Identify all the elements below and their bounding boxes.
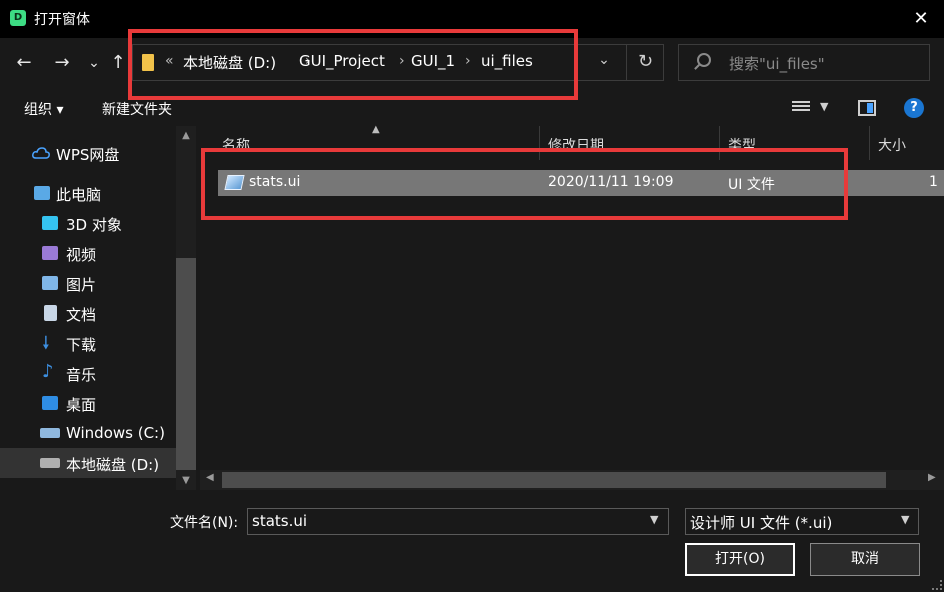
dialog-footer: [0, 490, 944, 592]
file-size: 1: [929, 174, 938, 190]
refresh-button[interactable]: ↻: [626, 44, 664, 81]
sidebar-item-label: 本地磁盘 (D:): [66, 456, 160, 474]
file-name: stats.ui: [249, 174, 301, 190]
sidebar-item-windows-c[interactable]: Windows (C:): [0, 418, 176, 448]
cloud-icon: [32, 146, 50, 160]
search-icon: [697, 53, 711, 67]
file-modified: 2020/11/11 19:09: [548, 174, 674, 190]
scroll-left-icon[interactable]: ◀: [206, 472, 214, 483]
sidebar-item-pictures[interactable]: 图片: [0, 268, 176, 298]
drive-icon: [40, 428, 60, 438]
file-type: UI 文件: [728, 177, 775, 193]
scroll-down-icon[interactable]: ▼: [176, 475, 196, 486]
search-box[interactable]: 搜索"ui_files": [678, 44, 930, 81]
sidebar-item-music[interactable]: ♪ 音乐: [0, 358, 176, 388]
close-button[interactable]: ✕: [898, 0, 944, 38]
file-type-chevron-icon[interactable]: ▼: [901, 513, 909, 526]
sidebar-item-documents[interactable]: 文档: [0, 298, 176, 328]
scroll-up-icon[interactable]: ▲: [176, 130, 196, 141]
download-icon: 🠗: [42, 333, 50, 354]
breadcrumb-drive-d[interactable]: 本地磁盘 (D:): [183, 52, 276, 73]
help-icon[interactable]: ?: [904, 98, 924, 118]
forward-button[interactable]: →: [50, 51, 74, 75]
view-options-chevron-icon[interactable]: ▼: [820, 100, 828, 113]
sidebar-item-label: 图片: [66, 276, 97, 294]
filename-dropdown-chevron-icon[interactable]: ▼: [650, 513, 658, 526]
title-bar: D 打开窗体 ✕: [0, 0, 944, 38]
view-options-icon[interactable]: [792, 101, 810, 115]
sidebar-item-desktop[interactable]: 桌面: [0, 388, 176, 418]
sidebar-scrollbar[interactable]: ▲ ▼: [176, 126, 196, 490]
file-list: ▲ 名称 修改日期 类型 大小 stats.ui 2020/11/11 19:0…: [200, 124, 944, 490]
sidebar-item-label: 下载: [66, 336, 97, 354]
back-button[interactable]: ←: [12, 51, 36, 75]
sidebar-item-label: WPS网盘: [56, 146, 120, 164]
preview-pane-icon[interactable]: [858, 100, 876, 116]
column-header-size[interactable]: 大小: [870, 126, 944, 160]
breadcrumb-gui-1[interactable]: GUI_1: [411, 52, 455, 70]
breadcrumb-ui-files[interactable]: ui_files: [481, 52, 533, 70]
sidebar-item-local-disk-d[interactable]: 本地磁盘 (D:): [0, 448, 176, 478]
address-dropdown-chevron-icon[interactable]: ⌄: [590, 52, 618, 74]
computer-icon: [34, 186, 50, 200]
sidebar-item-label: 文档: [66, 306, 97, 324]
sidebar-item-3d-objects[interactable]: 3D 对象: [0, 208, 176, 238]
ui-file-icon: [224, 175, 245, 190]
breadcrumb-gui-project[interactable]: GUI_Project: [299, 52, 385, 70]
music-icon: ♪: [42, 361, 54, 382]
sidebar-item-label: 视频: [66, 246, 97, 264]
drive-icon: [40, 458, 60, 468]
column-header-type[interactable]: 类型: [720, 126, 870, 160]
breadcrumb-separator-icon[interactable]: ›: [399, 53, 405, 69]
address-overflow-icon[interactable]: «: [165, 53, 174, 69]
sidebar-item-label: 3D 对象: [66, 216, 122, 234]
recent-locations-chevron-icon[interactable]: ⌄: [82, 51, 106, 75]
table-row[interactable]: stats.ui 2020/11/11 19:09 UI 文件 1: [218, 170, 944, 196]
column-header-name[interactable]: 名称: [200, 126, 540, 160]
file-type-select[interactable]: 设计师 UI 文件 (*.ui): [685, 508, 919, 535]
resize-grip-icon[interactable]: [932, 580, 942, 590]
sidebar-item-this-pc[interactable]: 此电脑: [0, 178, 176, 208]
column-header-modified[interactable]: 修改日期: [540, 126, 720, 160]
navigation-pane: WPS网盘 此电脑 3D 对象 视频 图片 文档 🠗 下载 ♪ 音乐 桌面 Wi…: [0, 126, 196, 490]
breadcrumb-separator-icon[interactable]: ›: [465, 53, 471, 69]
open-button[interactable]: 打开(O): [685, 543, 795, 576]
filename-label: 文件名(N):: [170, 515, 239, 531]
document-icon: [44, 305, 57, 321]
filename-field[interactable]: stats.ui: [247, 508, 669, 535]
video-icon: [42, 246, 58, 260]
picture-icon: [42, 276, 58, 290]
scroll-right-icon[interactable]: ▶: [928, 472, 936, 483]
organize-button[interactable]: 组织 ▾: [24, 99, 63, 119]
sidebar-item-videos[interactable]: 视频: [0, 238, 176, 268]
sidebar-item-wps-drive[interactable]: WPS网盘: [0, 138, 176, 168]
sidebar-item-label: 桌面: [66, 396, 97, 414]
cube-icon: [42, 216, 58, 230]
address-bar[interactable]: « 本地磁盘 (D:) › GUI_Project › GUI_1 › ui_f…: [132, 44, 664, 81]
file-list-horizontal-scrollbar[interactable]: ◀ ▶: [200, 470, 944, 490]
sidebar-item-downloads[interactable]: 🠗 下载: [0, 328, 176, 358]
desktop-icon: [42, 396, 58, 410]
sidebar-item-label: Windows (C:): [66, 424, 165, 442]
scrollbar-thumb[interactable]: [222, 472, 886, 488]
up-button[interactable]: ↑: [106, 51, 130, 75]
search-placeholder: 搜索"ui_files": [729, 55, 825, 73]
app-icon: D: [10, 10, 26, 26]
window-title: 打开窗体: [34, 12, 90, 28]
sidebar-item-label: 音乐: [66, 366, 97, 384]
cancel-button[interactable]: 取消: [810, 543, 920, 576]
folder-icon: [142, 54, 154, 71]
new-folder-button[interactable]: 新建文件夹: [102, 99, 172, 119]
sidebar-item-label: 此电脑: [56, 186, 102, 204]
scrollbar-thumb[interactable]: [176, 258, 196, 470]
